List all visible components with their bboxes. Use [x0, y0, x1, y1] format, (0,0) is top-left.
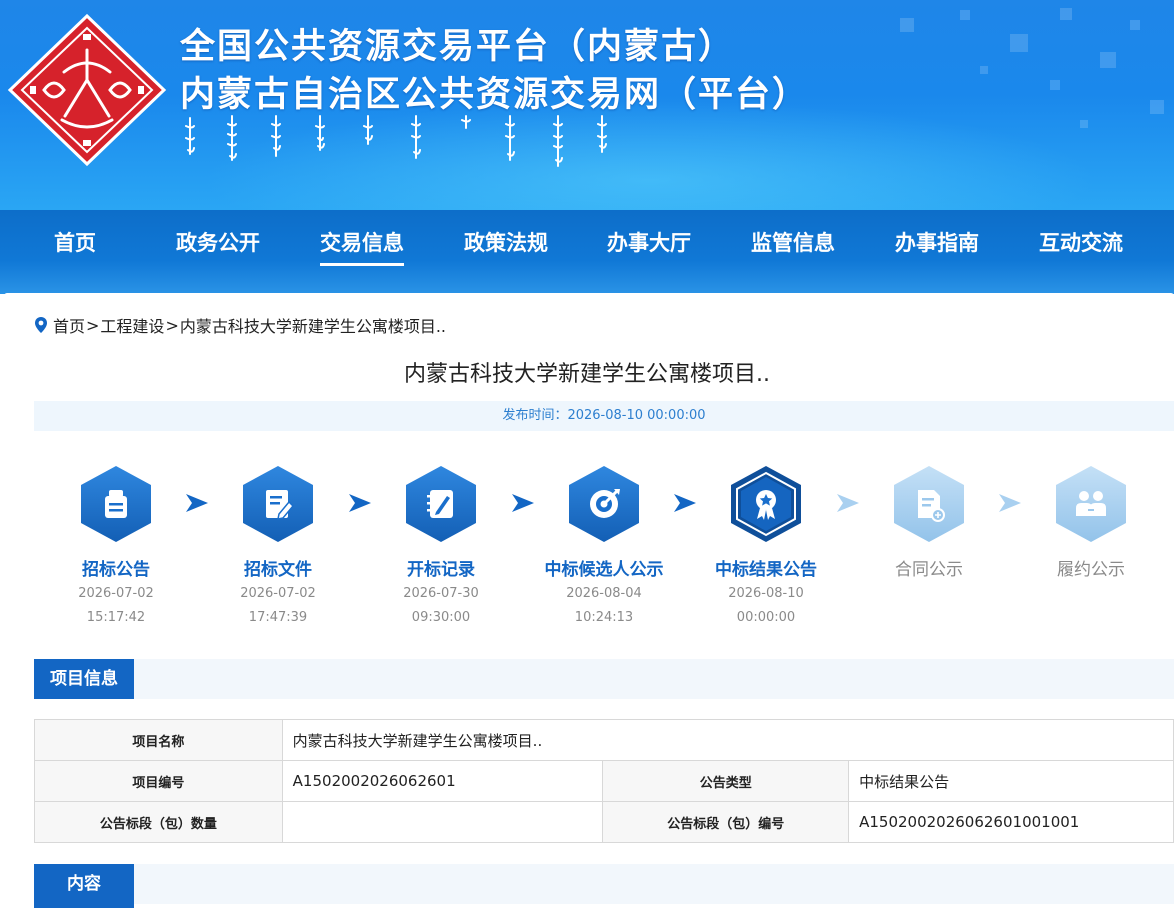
- site-logo[interactable]: [4, 10, 170, 170]
- step-label: 履约公示: [1057, 560, 1125, 580]
- decor-square: [1050, 80, 1060, 90]
- breadcrumb-category[interactable]: 工程建设: [100, 313, 164, 337]
- project-name-value: 内蒙古科技大学新建学生公寓楼项目..: [281, 719, 1174, 761]
- content-tab: 内容: [34, 864, 134, 908]
- location-pin-icon: [35, 317, 47, 333]
- step-date: 2026-07-02: [240, 586, 316, 601]
- publish-time: 发布时间：2026-08-10 00:00:00: [34, 401, 1174, 431]
- decor-square: [1080, 120, 1088, 128]
- nav-item-interaction[interactable]: 互动交流: [1039, 228, 1123, 262]
- page-title: 内蒙古科技大学新建学生公寓楼项目..: [404, 362, 770, 387]
- document-edit-icon: [239, 464, 317, 544]
- nav-item-home[interactable]: 首页: [54, 228, 96, 262]
- content-header: 内容: [34, 864, 1174, 908]
- step-time: 17:47:39: [248, 610, 308, 625]
- site-title-line2: 内蒙古自治区公共资源交易网（平台）: [180, 75, 810, 115]
- project-code-value: A1502002026062601: [281, 760, 604, 802]
- mongolian-script-title: [185, 115, 607, 167]
- main-nav: 首页 政务公开 交易信息 政策法规 办事大厅 监管信息 办事指南 互动交流: [0, 210, 1174, 294]
- step-bid-document[interactable]: 招标文件 2026-07-02 17:47:39: [198, 464, 358, 630]
- step-winning-candidates[interactable]: 中标候选人公示 2026-08-04 10:24:13: [524, 464, 684, 630]
- nav-item-service-hall[interactable]: 办事大厅: [607, 228, 691, 262]
- section-code-value: A1502002026062601001001: [848, 801, 1174, 843]
- breadcrumb-separator: >: [165, 315, 179, 335]
- breadcrumb: 首页 > 工程建设 > 内蒙古科技大学新建学生公寓楼项目..: [34, 314, 446, 336]
- step-contract[interactable]: 合同公示: [849, 464, 1009, 582]
- step-label: 招标公告: [82, 560, 150, 580]
- decor-square: [1010, 34, 1028, 52]
- project-name-label: 项目名称: [34, 719, 283, 761]
- project-info-table: 项目名称 内蒙古科技大学新建学生公寓楼项目.. 项目编号 A1502002026…: [34, 719, 1174, 843]
- breadcrumb-home[interactable]: 首页: [53, 313, 85, 337]
- table-row: 项目名称 内蒙古科技大学新建学生公寓楼项目..: [34, 719, 1174, 761]
- step-time: 10:24:13: [574, 610, 634, 625]
- step-time: 15:17:42: [86, 610, 146, 625]
- decor-square: [980, 66, 988, 74]
- decor-square: [1100, 52, 1116, 68]
- notice-board-icon: [77, 464, 155, 544]
- decor-square: [1130, 20, 1140, 30]
- step-date: 2026-07-30: [403, 586, 479, 601]
- nav-item-guide[interactable]: 办事指南: [895, 228, 979, 262]
- step-performance[interactable]: 履约公示: [1011, 464, 1171, 582]
- project-info-tab: 项目信息: [34, 659, 134, 699]
- target-icon: [565, 464, 643, 544]
- decor-square: [1150, 100, 1164, 114]
- step-bid-opening[interactable]: 开标记录 2026-07-30 09:30:00: [361, 464, 521, 630]
- nav-item-supervision[interactable]: 监管信息: [751, 228, 835, 262]
- breadcrumb-current: 内蒙古科技大学新建学生公寓楼项目..: [179, 317, 447, 336]
- notice-type-label: 公告类型: [602, 760, 850, 802]
- breadcrumb-separator: >: [86, 315, 100, 335]
- step-label: 开标记录: [407, 560, 475, 580]
- handshake-people-icon: [1052, 464, 1130, 544]
- table-row: 项目编号 A1502002026062601 公告类型 中标结果公告: [34, 760, 1174, 802]
- decor-square: [1060, 8, 1072, 20]
- notebook-pen-icon: [402, 464, 480, 544]
- step-date: 2026-08-04: [566, 586, 642, 601]
- step-date: 2026-07-02: [78, 586, 154, 601]
- section-code-label: 公告标段（包）编号: [602, 801, 850, 843]
- award-medal-icon: [727, 464, 805, 544]
- step-date: 2026-08-10: [728, 586, 804, 601]
- step-winning-result[interactable]: 中标结果公告 2026-08-10 00:00:00: [686, 464, 846, 630]
- nav-item-government[interactable]: 政务公开: [176, 228, 260, 262]
- decor-square: [960, 10, 970, 20]
- step-bid-notice[interactable]: 招标公告 2026-07-02 15:17:42: [36, 464, 196, 630]
- nav-item-policy[interactable]: 政策法规: [464, 228, 548, 262]
- section-count-label: 公告标段（包）数量: [34, 801, 283, 843]
- step-label: 中标候选人公示: [544, 560, 664, 580]
- contract-icon: [890, 464, 968, 544]
- section-count-value: [281, 801, 604, 843]
- step-label: 中标结果公告: [715, 560, 817, 580]
- step-label: 招标文件: [244, 560, 312, 580]
- step-time: 09:30:00: [411, 610, 471, 625]
- site-title-line1: 全国公共资源交易平台（内蒙古）: [180, 27, 736, 67]
- notice-type-value: 中标结果公告: [848, 760, 1174, 802]
- table-row: 公告标段（包）数量 公告标段（包）编号 A1502002026062601001…: [34, 801, 1174, 843]
- step-label: 合同公示: [895, 560, 963, 580]
- decor-square: [900, 18, 914, 32]
- site-header: 全国公共资源交易平台（内蒙古） 内蒙古自治区公共资源交易网（平台）: [0, 0, 1174, 210]
- project-info-header: 项目信息: [34, 659, 1174, 699]
- project-code-label: 项目编号: [34, 760, 283, 802]
- step-time: 00:00:00: [736, 610, 796, 625]
- nav-item-trade-info[interactable]: 交易信息: [320, 228, 404, 266]
